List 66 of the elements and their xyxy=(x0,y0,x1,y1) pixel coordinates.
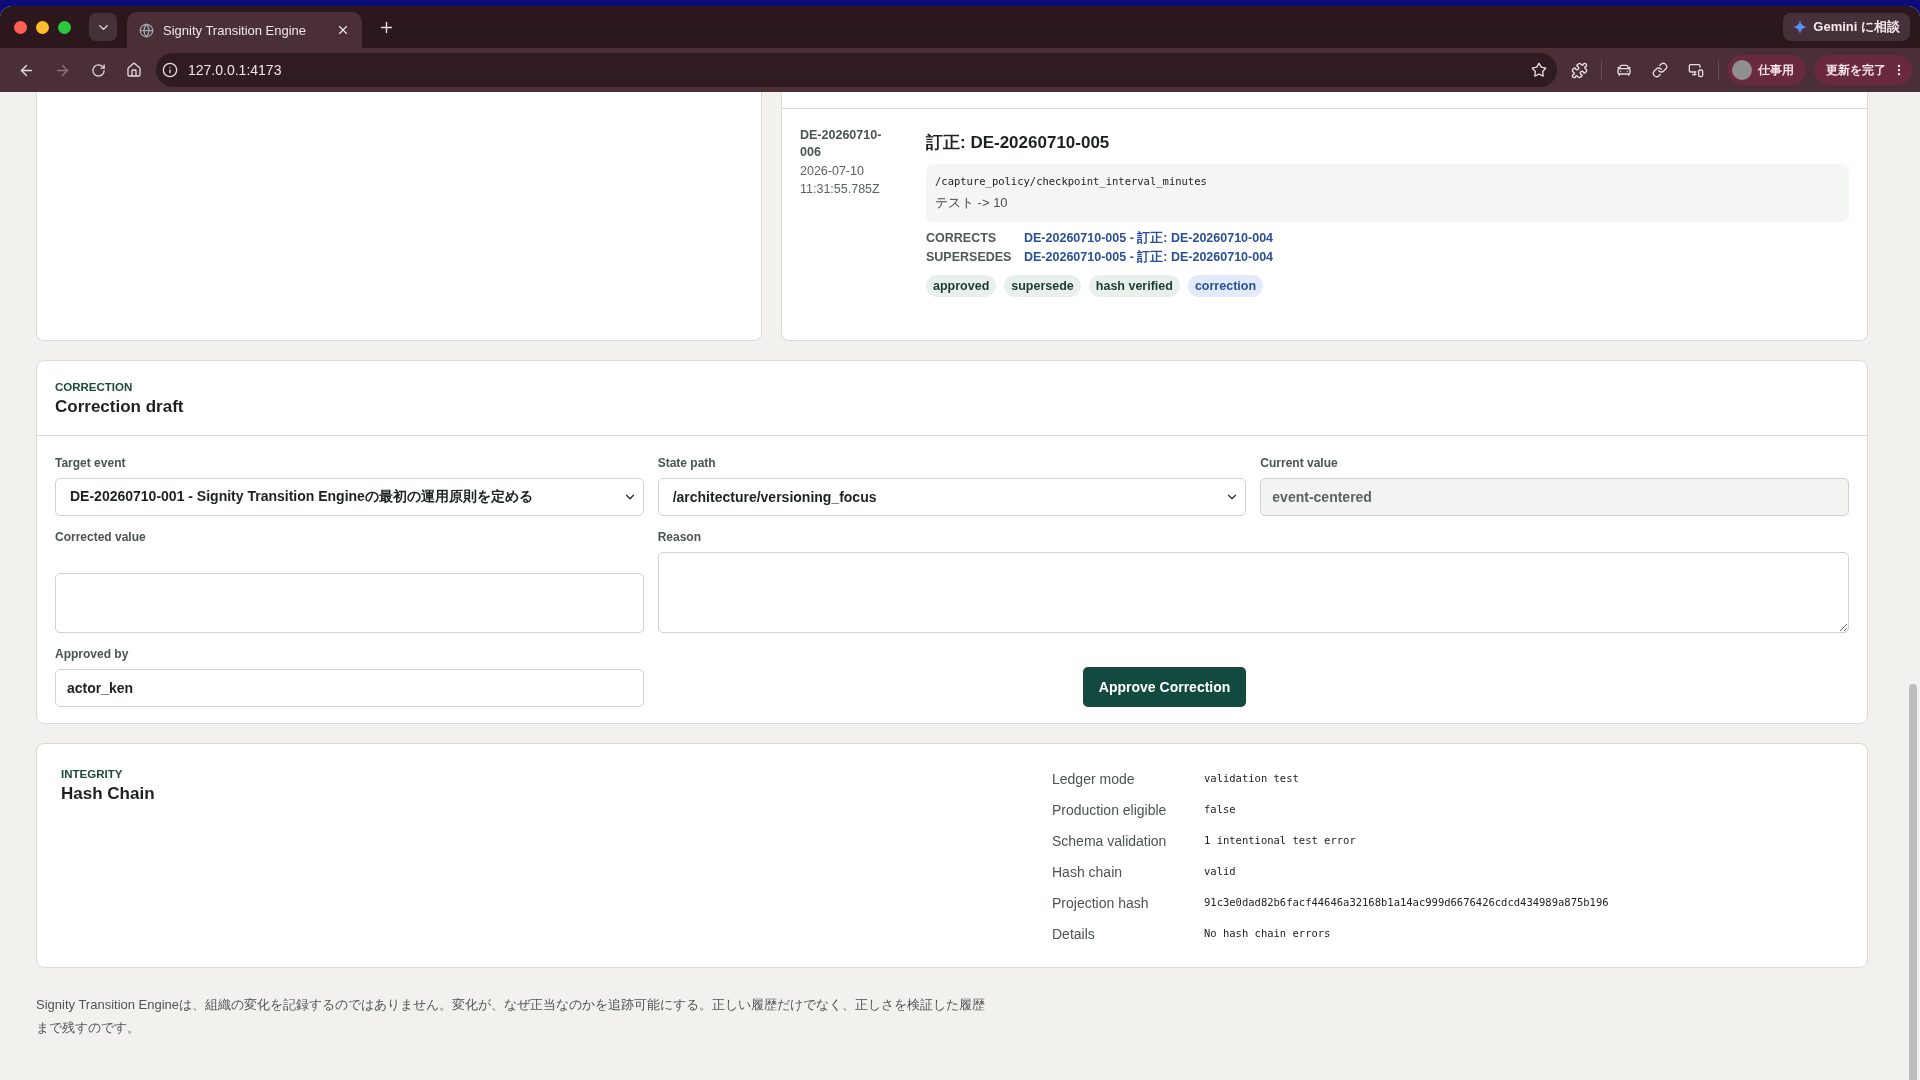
row-value: validation test xyxy=(1204,771,1300,786)
footer-text: Signity Transition Engineは、組織の変化を記録するのではありません。変化が、なぜ正当なのかを追跡可能にする。正しい履歴だけでなく、正しさを検証した履歴まで残すのです。 xyxy=(36,996,987,1037)
input-field[interactable]: actor_ken xyxy=(55,669,644,707)
devices-icon xyxy=(1688,62,1704,78)
event-id: DE-20260710-006 xyxy=(800,127,883,161)
section-label: CORRECTION xyxy=(55,381,134,393)
section-title: Correction draft xyxy=(55,397,185,417)
event-title: 訂正: DE-20260710-005 xyxy=(926,132,1111,154)
tag: approved xyxy=(926,275,997,297)
relation-label: SUPERSEDES xyxy=(926,249,1013,266)
field-label: Corrected value xyxy=(55,530,147,544)
field-label: State path xyxy=(657,456,717,470)
row-value: false xyxy=(1204,802,1237,817)
field-label: Approved by xyxy=(55,647,130,661)
info-icon xyxy=(162,62,178,78)
profile-button[interactable]: 仕事用 xyxy=(1727,55,1806,85)
field-label: Reason xyxy=(657,530,702,544)
browser-tab[interactable]: Signity Transition Engine xyxy=(127,12,362,48)
url-text: 127.0.0.1:4173 xyxy=(188,62,283,78)
approve-button[interactable]: Approve Correction xyxy=(1082,667,1247,707)
close-icon[interactable] xyxy=(336,23,350,37)
event-link[interactable]: DE-20260710-005 - 訂正: DE-20260710-004 xyxy=(1024,249,1274,266)
field-label: Target event xyxy=(55,456,127,470)
tab-list-button[interactable] xyxy=(89,13,117,41)
car-icon xyxy=(1616,62,1632,78)
event-timestamp: 2026-07-10 11:31:55.785Z xyxy=(800,163,881,198)
tag: hash verified xyxy=(1088,275,1180,297)
select-field[interactable]: /architecture/versioning_focus xyxy=(657,478,1247,516)
sparkle-icon xyxy=(1793,20,1808,34)
relation-label: CORRECTS xyxy=(926,230,998,247)
row-label: Production eligible xyxy=(1052,801,1168,820)
close-window-icon[interactable] xyxy=(14,20,27,34)
section-title: Hash Chain xyxy=(61,784,156,804)
select-field[interactable]: DE-20260710-001 - Signity Transition Engineの最初の運用原則を定める xyxy=(55,478,644,516)
change-text: テスト -> 10 xyxy=(935,194,1009,212)
row-label: Ledger mode xyxy=(1052,770,1136,789)
field-label: Current value xyxy=(1260,456,1339,470)
scrollbar-thumb[interactable] xyxy=(1909,684,1917,1080)
row-value: valid xyxy=(1204,864,1237,879)
row-label: Projection hash xyxy=(1052,894,1150,913)
row-label: Hash chain xyxy=(1052,863,1124,882)
minimize-window-icon[interactable] xyxy=(36,20,49,34)
tab-title: Signity Transition Engine xyxy=(163,22,308,38)
globe-icon xyxy=(139,22,154,38)
maximize-window-icon[interactable] xyxy=(58,20,71,34)
tag: correction xyxy=(1187,275,1264,297)
row-label: Schema validation xyxy=(1052,832,1168,851)
puzzle-icon xyxy=(1570,61,1588,79)
update-button[interactable]: 更新を完了 xyxy=(1814,55,1912,85)
tag: supersede xyxy=(1004,275,1081,297)
assistant-button[interactable]: Gemini に相談 xyxy=(1783,13,1910,41)
link-icon xyxy=(1652,62,1668,78)
star-icon[interactable] xyxy=(1531,62,1547,78)
row-label: Details xyxy=(1052,925,1096,944)
input-field[interactable]: event-centered xyxy=(1260,478,1849,516)
home-icon xyxy=(126,62,142,78)
state-path: /capture_policy/checkpoint_interval_minutes xyxy=(935,175,1208,187)
row-value: No hash chain errors xyxy=(1204,926,1332,941)
input-field[interactable] xyxy=(55,573,644,633)
avatar-icon xyxy=(1732,60,1752,80)
row-value: 91c3e0dad82b6facf44646a32168b1a14ac999d6676426cdcd434989a875b196 xyxy=(1204,895,1610,910)
event-link[interactable]: DE-20260710-005 - 訂正: DE-20260710-004 xyxy=(1024,230,1274,247)
section-label: INTEGRITY xyxy=(61,768,124,780)
row-value: 1 intentional test error xyxy=(1204,833,1357,848)
address-bar[interactable]: 127.0.0.1:4173 xyxy=(156,53,1557,87)
reload-icon xyxy=(90,62,106,78)
